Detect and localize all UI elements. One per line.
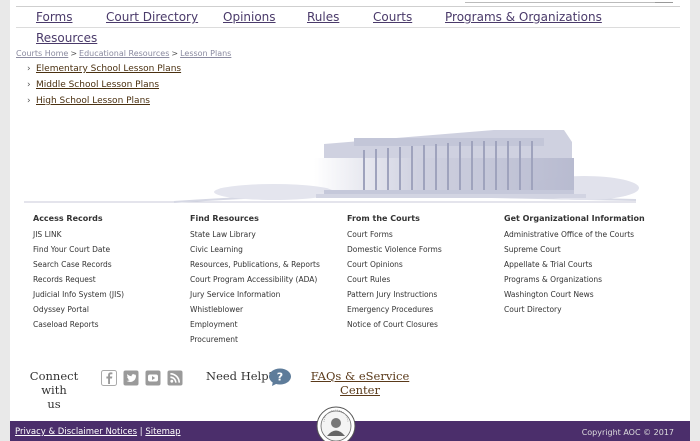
nav-programs-organizations[interactable]: Programs & Organizations bbox=[445, 10, 602, 24]
footer-link[interactable]: Civic Learning bbox=[190, 242, 320, 257]
nav-rules[interactable]: Rules bbox=[307, 10, 339, 24]
question-bubble-icon[interactable]: ? bbox=[268, 368, 292, 386]
facebook-icon[interactable] bbox=[101, 370, 117, 386]
footer-link[interactable]: Caseload Reports bbox=[33, 317, 124, 332]
footer-link[interactable]: Washington Court News bbox=[504, 287, 645, 302]
footer-column-from-the-courts: From the Courts Court Forms Domestic Vio… bbox=[347, 214, 442, 332]
nav-divider bbox=[16, 27, 680, 28]
youtube-icon[interactable] bbox=[145, 370, 161, 386]
list-item: › Elementary School Lesson Plans bbox=[27, 64, 181, 74]
footer-link[interactable]: Records Request bbox=[33, 272, 124, 287]
footer-link[interactable]: Appellate & Trial Courts bbox=[504, 257, 645, 272]
footer-link[interactable]: Whistleblower bbox=[190, 302, 320, 317]
breadcrumb-educational-resources[interactable]: Educational Resources bbox=[79, 49, 169, 58]
svg-text:?: ? bbox=[277, 371, 283, 384]
footer-legal-links: Privacy & Disclaimer Notices | Sitemap bbox=[15, 427, 181, 437]
connect-label-line1: Connect with bbox=[29, 369, 79, 397]
faqs-eservice-center-link[interactable]: FAQs & eService Center bbox=[310, 369, 410, 397]
footer-link[interactable]: Emergency Procedures bbox=[347, 302, 442, 317]
footer-heading: From the Courts bbox=[347, 214, 420, 223]
footer-link[interactable]: Administrative Office of the Courts bbox=[504, 227, 645, 242]
connect-label-line2: us bbox=[47, 397, 61, 411]
nav-court-directory[interactable]: Court Directory bbox=[106, 10, 198, 24]
nav-opinions[interactable]: Opinions bbox=[223, 10, 276, 24]
footer-link[interactable]: Employment bbox=[190, 317, 320, 332]
need-help-label: Need Help? bbox=[206, 369, 275, 383]
footer-link[interactable]: JIS LINK bbox=[33, 227, 124, 242]
footer-link[interactable]: Court Directory bbox=[504, 302, 645, 317]
footer-link[interactable]: Judicial Info System (JIS) bbox=[33, 287, 124, 302]
connect-with-us-label: Connect with us bbox=[16, 369, 92, 411]
chevron-right-icon: › bbox=[27, 96, 31, 106]
footer-link[interactable]: Court Forms bbox=[347, 227, 442, 242]
chevron-right-icon: › bbox=[27, 80, 31, 90]
breadcrumb: Courts Home > Educational Resources > Lesson… bbox=[16, 49, 231, 58]
faq-line1[interactable]: FAQs & eService bbox=[311, 369, 410, 383]
breadcrumb-courts-home[interactable]: Courts Home bbox=[16, 49, 68, 58]
privacy-disclaimer-link[interactable]: Privacy & Disclaimer Notices bbox=[15, 427, 137, 437]
footer-link[interactable]: Odyssey Portal bbox=[33, 302, 124, 317]
list-item: › Middle School Lesson Plans bbox=[27, 80, 159, 90]
footer-column-find-resources: Find Resources State Law Library Civic L… bbox=[190, 214, 320, 347]
footer-link[interactable]: Domestic Violence Forms bbox=[347, 242, 442, 257]
footer-heading: Access Records bbox=[33, 214, 103, 223]
nav-courts[interactable]: Courts bbox=[373, 10, 412, 24]
footer-link[interactable]: State Law Library bbox=[190, 227, 320, 242]
search-button-edge[interactable] bbox=[655, 0, 673, 3]
footer-column-organizational-info: Get Organizational Information Administr… bbox=[504, 214, 645, 317]
nav-resources[interactable]: Resources bbox=[36, 31, 97, 45]
middle-lesson-plans-link[interactable]: Middle School Lesson Plans bbox=[36, 80, 159, 90]
footer-heading: Find Resources bbox=[190, 214, 259, 223]
footer-divider: | bbox=[139, 427, 143, 437]
footer-link[interactable]: Procurement bbox=[190, 332, 320, 347]
page: Forms Court Directory Opinions Rules Cou… bbox=[10, 0, 690, 441]
list-item: › High School Lesson Plans bbox=[27, 96, 150, 106]
footer-link[interactable]: Find Your Court Date bbox=[33, 242, 124, 257]
breadcrumb-separator: > bbox=[171, 49, 179, 58]
search-field-edge[interactable] bbox=[465, 0, 655, 3]
chevron-right-icon: › bbox=[27, 64, 31, 74]
copyright-text: Copyright AOC © 2017 bbox=[581, 428, 674, 437]
footer-link[interactable]: Pattern Jury Instructions bbox=[347, 287, 442, 302]
breadcrumb-separator: > bbox=[70, 49, 78, 58]
footer-link[interactable]: Court Program Accessibility (ADA) bbox=[190, 272, 320, 287]
temple-of-justice-illustration bbox=[24, 130, 639, 203]
breadcrumb-lesson-plans[interactable]: Lesson Plans bbox=[180, 49, 231, 58]
footer-link[interactable]: Programs & Organizations bbox=[504, 272, 645, 287]
footer-link[interactable]: Court Rules bbox=[347, 272, 442, 287]
nav-forms[interactable]: Forms bbox=[36, 10, 72, 24]
faq-line2[interactable]: Center bbox=[340, 383, 380, 397]
high-lesson-plans-link[interactable]: High School Lesson Plans bbox=[36, 96, 150, 106]
footer-column-access-records: Access Records JIS LINK Find Your Court … bbox=[33, 214, 124, 332]
footer-link[interactable]: Search Case Records bbox=[33, 257, 124, 272]
elementary-lesson-plans-link[interactable]: Elementary School Lesson Plans bbox=[36, 64, 181, 74]
state-seal-logo bbox=[316, 406, 356, 441]
sitemap-link[interactable]: Sitemap bbox=[145, 427, 180, 437]
footer-link[interactable]: Supreme Court bbox=[504, 242, 645, 257]
footer-link[interactable]: Resources, Publications, & Reports bbox=[190, 257, 320, 272]
footer-link[interactable]: Notice of Court Closures bbox=[347, 317, 442, 332]
footer-link[interactable]: Court Opinions bbox=[347, 257, 442, 272]
footer-link[interactable]: Jury Service Information bbox=[190, 287, 320, 302]
twitter-icon[interactable] bbox=[123, 370, 139, 386]
footer-heading: Get Organizational Information bbox=[504, 214, 645, 223]
rss-icon[interactable] bbox=[167, 370, 183, 386]
